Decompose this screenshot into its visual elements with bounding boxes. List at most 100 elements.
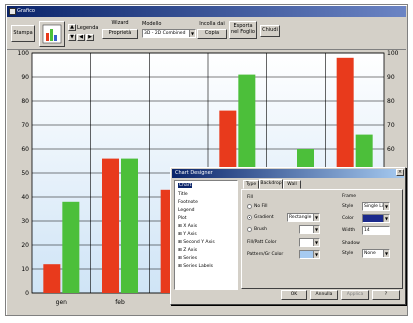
gradient-label: Gradient	[254, 215, 274, 220]
frame-group-label: Frame	[342, 194, 357, 199]
designer-tree: Chart Title Footnote Legend Plot ⊞ X Axi…	[174, 180, 238, 290]
x-tick-label: gen	[56, 299, 68, 306]
close-button[interactable]: Chiudi	[260, 25, 280, 37]
tab-wall[interactable]: Wall	[283, 180, 301, 189]
chevron-down-icon: ▼	[313, 251, 319, 258]
app-icon	[9, 8, 16, 15]
fill-color-select[interactable]: ▼	[299, 238, 320, 247]
y-tick-label-left: 100	[18, 50, 30, 57]
pattern-color-label: Pattern/Gr Color	[247, 252, 284, 257]
gradient-value: Rectangle	[289, 215, 312, 220]
pattern-color-select[interactable]: ▼	[299, 250, 320, 259]
chevron-down-icon: ▼	[313, 214, 319, 221]
chevron-down-icon: ▼	[313, 226, 319, 233]
properties-button[interactable]: Proprietà	[102, 29, 138, 39]
chart-type-button[interactable]	[39, 21, 65, 47]
tree-item-label: Z Axis	[183, 248, 198, 253]
model-label: Modello	[142, 21, 162, 27]
y-tick-label-right: 70	[387, 122, 395, 129]
copy-label: Copia	[204, 30, 220, 37]
y-tick-label-left: 50	[21, 170, 29, 177]
tree-item-label: Series Labels	[183, 264, 213, 269]
shadow-style-label: Style	[342, 251, 354, 256]
shadow-style-value: None	[364, 251, 376, 256]
tree-item-chart[interactable]: Chart	[178, 183, 193, 188]
properties-label: Proprietà	[108, 30, 132, 37]
chevron-down-icon: ▼	[189, 30, 195, 37]
export-label: Esporta nel Foglio	[231, 23, 255, 35]
ok-button[interactable]: OK	[281, 290, 307, 300]
gradient-select[interactable]: Rectangle ▼	[287, 213, 320, 222]
frame-width-value: 14	[364, 228, 370, 233]
tree-item-footnote[interactable]: Footnote	[178, 200, 198, 205]
color-label: Color	[342, 216, 354, 221]
copy-button[interactable]: Copia	[197, 29, 227, 39]
bar-series-1	[43, 264, 61, 293]
model-select[interactable]: 3D - 2D Combined ▼	[142, 29, 196, 38]
y-tick-label-left: 0	[25, 290, 29, 297]
bar-series-2	[62, 201, 80, 293]
dialog-title: Chart Designer	[175, 170, 213, 176]
shadow-group-label: Shadow	[342, 241, 360, 246]
tree-item-label: Second Y Axis	[183, 240, 215, 245]
y-tick-label-left: 90	[21, 74, 29, 81]
tab-backdrop[interactable]: Backdrop	[259, 179, 283, 189]
dialog-titlebar: Chart Designer	[172, 169, 404, 178]
y-tick-label-left: 40	[21, 194, 29, 201]
y-tick-label-left: 30	[21, 218, 29, 225]
chart-designer-dialog: Chart Designer × Chart Title Footnote Le…	[170, 167, 406, 305]
move-right-icon[interactable]: ▶	[86, 34, 94, 41]
tree-item-second-y-axis[interactable]: ⊞ Second Y Axis	[178, 240, 215, 245]
shadow-style-select[interactable]: None ▼	[362, 249, 390, 258]
help-button[interactable]: ?	[372, 290, 400, 300]
tree-item-x-axis[interactable]: ⊞ X Axis	[178, 224, 197, 229]
y-tick-label-right: 60	[387, 146, 395, 153]
y-tick-label-left: 70	[21, 122, 29, 129]
frame-color-select[interactable]: ▼	[362, 214, 390, 223]
insert-label: Incolla dai	[199, 21, 225, 27]
app: Grafico Stampa ▲ ▼ ◀ ▶ Legenda Wizard Pr…	[0, 0, 413, 323]
y-tick-label-right: 80	[387, 98, 395, 105]
y-tick-label-left: 20	[21, 242, 29, 249]
bar-series-2	[121, 158, 138, 293]
move-left-icon[interactable]: ◀	[77, 34, 85, 41]
width-label: Width	[342, 228, 356, 233]
tree-item-series-labels[interactable]: ⊞ Series Labels	[178, 264, 213, 269]
frame-width-input[interactable]: 14	[362, 226, 390, 235]
tree-item-title[interactable]: Title	[178, 192, 188, 197]
brush-label: Brush	[254, 227, 267, 232]
close-icon[interactable]: ×	[396, 169, 404, 176]
tree-item-label: Y Axis	[183, 232, 197, 237]
brush-select[interactable]: ▼	[299, 225, 320, 234]
move-up-icon[interactable]: ▲	[68, 24, 76, 31]
frame-style-select[interactable]: Single Lin ▼	[362, 202, 390, 211]
apply-button[interactable]: Applica	[341, 290, 369, 300]
gradient-radio[interactable]	[247, 215, 252, 220]
bar-series-1	[102, 158, 119, 293]
y-tick-label-right: 90	[387, 74, 395, 81]
tree-item-y-axis[interactable]: ⊞ Y Axis	[178, 232, 197, 237]
tree-item-label: Series	[183, 256, 198, 261]
y-tick-label-left: 80	[21, 98, 29, 105]
export-button[interactable]: Esporta nel Foglio	[229, 21, 257, 39]
chevron-down-icon: ▼	[383, 215, 389, 222]
y-tick-label-left: 10	[21, 266, 29, 273]
chevron-down-icon: ▼	[383, 250, 389, 257]
tree-item-legend[interactable]: Legend	[178, 208, 195, 213]
tree-item-series[interactable]: ⊞ Series	[178, 256, 197, 261]
no-fill-radio[interactable]	[247, 204, 252, 209]
no-fill-label: No Fill	[254, 204, 268, 209]
tree-item-z-axis[interactable]: ⊞ Z Axis	[178, 248, 197, 253]
wizard-label: Wizard	[111, 20, 129, 26]
move-down-icon[interactable]: ▼	[68, 34, 76, 41]
tree-item-plot[interactable]: Plot	[178, 216, 186, 221]
cancel-button[interactable]: Annulla	[310, 290, 338, 300]
print-button[interactable]: Stampa	[11, 25, 35, 42]
close-label: Chiudi	[262, 27, 278, 34]
brush-radio[interactable]	[247, 227, 252, 232]
y-tick-label-left: 60	[21, 146, 29, 153]
tab-type[interactable]: Type	[243, 180, 259, 189]
chevron-down-icon: ▼	[313, 239, 319, 246]
x-tick-label: feb	[115, 299, 125, 306]
chevron-down-icon: ▼	[383, 203, 389, 210]
